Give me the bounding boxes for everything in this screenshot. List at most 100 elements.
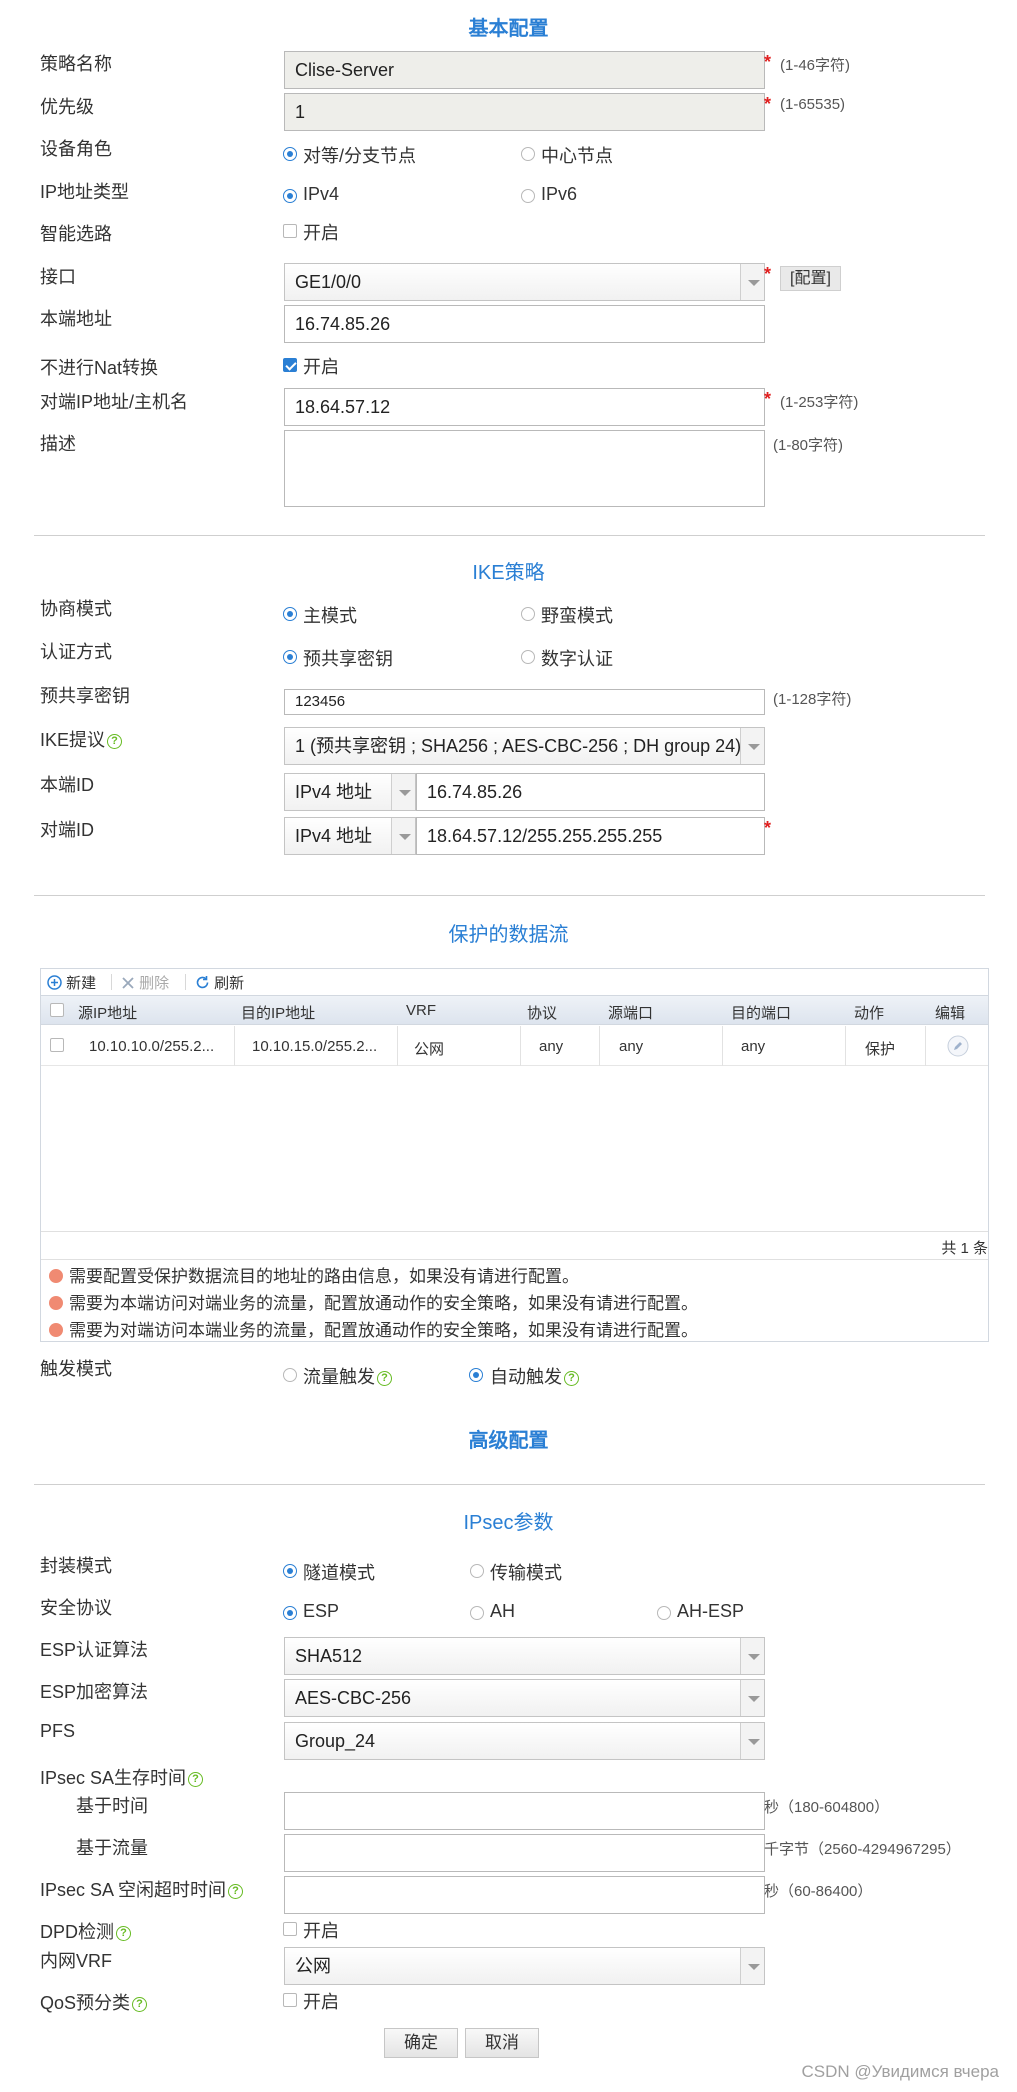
help-icon[interactable]: ?: [132, 1996, 148, 2012]
peer-input[interactable]: 18.64.57.12: [284, 388, 765, 426]
divider: [34, 1484, 985, 1485]
role-peer-radio[interactable]: [283, 147, 297, 161]
col-src-port: 源端口: [608, 1005, 654, 1022]
col-dst-port: 目的端口: [731, 1005, 792, 1022]
mode-aggressive-radio[interactable]: [521, 607, 535, 621]
table-footer: 共 1 条: [41, 1231, 988, 1259]
dpd-checkbox[interactable]: [283, 1922, 297, 1936]
column-separator: [520, 1026, 521, 1066]
trigger-auto-text: 自动触发: [490, 1367, 562, 1387]
row-dst-port: any: [741, 1038, 766, 1055]
trigger-auto-radio[interactable]: [469, 1368, 483, 1382]
local-id-type-select[interactable]: IPv4 地址: [284, 773, 416, 811]
no-nat-opt: 开启: [303, 357, 339, 377]
chevron-down-icon: [740, 1638, 764, 1674]
interface-config-button[interactable]: [配置]: [780, 266, 841, 291]
dpd-label: DPD检测?: [40, 1918, 132, 1944]
help-icon[interactable]: ?: [377, 1370, 392, 1386]
ipv6-radio[interactable]: [521, 189, 535, 203]
ok-button[interactable]: 确定: [384, 2028, 458, 2058]
priority-hint: (1-65535): [780, 96, 846, 113]
ip-type-label: IP地址类型: [40, 182, 130, 202]
help-icon[interactable]: ?: [188, 1771, 204, 1787]
col-src-ip: 源IP地址: [78, 1005, 138, 1022]
auth-psk-radio[interactable]: [283, 650, 297, 664]
priority-label: 优先级: [40, 97, 94, 117]
desc-textarea[interactable]: [284, 430, 765, 507]
section-title-advanced[interactable]: 高级配置: [0, 1424, 1017, 1453]
smart-route-checkbox[interactable]: [283, 224, 297, 238]
auth-cert-radio[interactable]: [521, 650, 535, 664]
ipv4-radio[interactable]: [283, 189, 297, 203]
refresh-button-label: 刷新: [214, 975, 245, 992]
col-dst-ip: 目的IP地址: [241, 1005, 316, 1022]
role-center-radio[interactable]: [521, 147, 535, 161]
pfs-select[interactable]: Group_24: [284, 1722, 765, 1760]
close-icon: [122, 977, 134, 989]
policy-name-input[interactable]: Clise-Server: [284, 51, 765, 89]
proposal-value: 1 (预共享密钥 ; SHA256 ; AES-CBC-256 ; DH gro…: [295, 736, 742, 756]
qos-opt: 开启: [303, 1992, 339, 2012]
row-dst-ip: 10.10.15.0/255.2...: [252, 1038, 378, 1055]
vrf-select[interactable]: 公网: [284, 1947, 765, 1985]
note-item: 需要为本端访问对端业务的流量，配置放通动作的安全策略，如果没有请进行配置。: [49, 1289, 698, 1314]
row-checkbox[interactable]: [50, 1038, 64, 1052]
proto-ah-radio[interactable]: [470, 1606, 484, 1620]
qos-checkbox[interactable]: [283, 1993, 297, 2007]
row-vrf: 公网: [414, 1041, 445, 1058]
col-protocol: 协议: [527, 1005, 558, 1022]
proto-esp-radio[interactable]: [283, 1606, 297, 1620]
local-addr-input[interactable]: 16.74.85.26: [284, 305, 765, 343]
row-src-ip: 10.10.10.0/255.2...: [89, 1038, 215, 1055]
proto-ah-esp-radio[interactable]: [657, 1606, 671, 1620]
help-icon[interactable]: ?: [564, 1370, 579, 1386]
smart-route-opt: 开启: [303, 223, 339, 243]
mode-aggressive-label: 野蛮模式: [541, 606, 613, 626]
proposal-select[interactable]: 1 (预共享密钥 ; SHA256 ; AES-CBC-256 ; DH gro…: [284, 727, 765, 765]
table-row[interactable]: 10.10.10.0/255.2... 10.10.15.0/255.2... …: [41, 1026, 988, 1066]
psk-input[interactable]: 123456: [284, 689, 765, 715]
no-nat-checkbox[interactable]: [283, 358, 297, 372]
column-separator: [845, 1026, 846, 1066]
help-icon[interactable]: ?: [116, 1925, 132, 1941]
esp-enc-select[interactable]: AES-CBC-256: [284, 1679, 765, 1717]
peer-label: 对端IP地址/主机名: [40, 392, 189, 412]
encap-tunnel-label: 隧道模式: [303, 1563, 375, 1583]
auth-label: 认证方式: [40, 642, 112, 662]
peer-id-type-select[interactable]: IPv4 地址: [284, 817, 416, 855]
trigger-traffic-radio[interactable]: [283, 1368, 297, 1382]
notes: 需要配置受保护数据流目的地址的路由信息，如果没有请进行配置。 需要为本端访问对端…: [41, 1259, 988, 1340]
refresh-button[interactable]: 刷新: [195, 972, 244, 993]
trigger-label: 触发模式: [40, 1359, 112, 1379]
new-button[interactable]: 新建: [47, 972, 96, 993]
encap-transport-radio[interactable]: [470, 1564, 484, 1578]
cancel-button[interactable]: 取消: [465, 2028, 539, 2058]
warning-dot-icon: [49, 1269, 63, 1283]
traffic-input[interactable]: [284, 1834, 765, 1872]
note-text: 需要为对端访问本端业务的流量，配置放通动作的安全策略，如果没有请进行配置。: [69, 1321, 698, 1340]
section-title-ipsec: IPsec参数: [463, 1512, 554, 1534]
local-id-input[interactable]: 16.74.85.26: [416, 773, 765, 811]
delete-button[interactable]: 删除: [121, 972, 169, 993]
select-all-checkbox[interactable]: [50, 1003, 64, 1017]
policy-name-label: 策略名称: [40, 54, 112, 74]
esp-auth-select[interactable]: SHA512: [284, 1637, 765, 1675]
edit-icon[interactable]: [947, 1035, 969, 1062]
help-icon[interactable]: ?: [228, 1883, 244, 1899]
encap-tunnel-radio[interactable]: [283, 1564, 297, 1578]
sa-life-label: IPsec SA生存时间?: [40, 1764, 204, 1790]
col-vrf: VRF: [406, 1002, 436, 1019]
mode-main-radio[interactable]: [283, 607, 297, 621]
peer-hint: (1-253字符): [780, 394, 859, 411]
priority-input[interactable]: 1: [284, 93, 765, 131]
idle-input[interactable]: [284, 1876, 765, 1914]
idle-label-text: IPsec SA 空闲超时时间: [40, 1880, 227, 1900]
help-icon[interactable]: ?: [107, 733, 123, 749]
warning-dot-icon: [49, 1296, 63, 1310]
idle-label: IPsec SA 空闲超时时间?: [40, 1876, 244, 1902]
interface-select[interactable]: GE1/0/0: [284, 263, 765, 301]
policy-name-hint: (1-46字符): [780, 57, 851, 74]
peer-id-input[interactable]: 18.64.57.12/255.255.255.255: [416, 817, 765, 855]
required-mark: *: [764, 52, 772, 72]
time-input[interactable]: [284, 1792, 765, 1830]
